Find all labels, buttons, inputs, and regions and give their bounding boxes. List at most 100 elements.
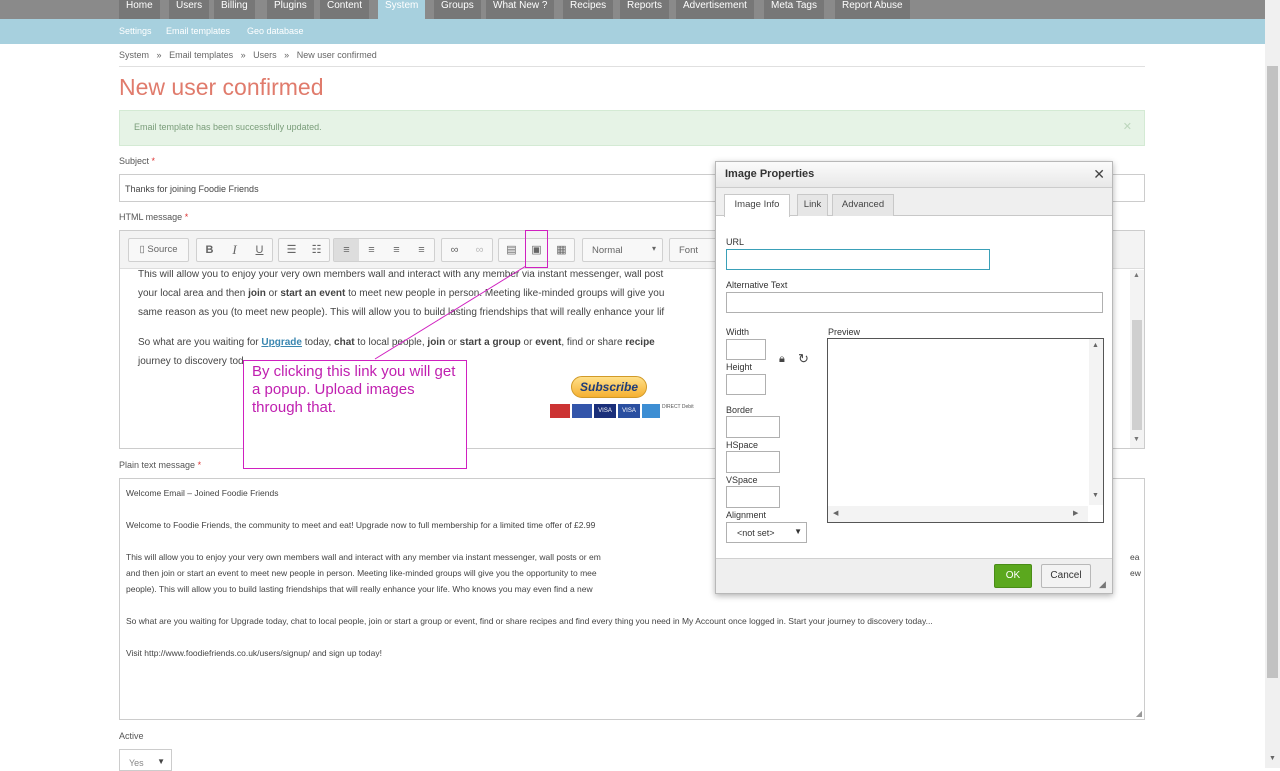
- preview-hscrollbar[interactable]: ◀ ▶: [828, 506, 1088, 522]
- source-button[interactable]: ▯ Source: [129, 239, 188, 261]
- font-select[interactable]: Font: [669, 238, 719, 262]
- alignment-select-value: <not set>: [737, 528, 775, 538]
- nav-item-groups[interactable]: Groups: [434, 0, 482, 19]
- table-icon[interactable]: ▦: [549, 239, 574, 261]
- scroll-right-icon[interactable]: ▶: [1073, 509, 1078, 517]
- align-justify-icon[interactable]: ≡: [409, 239, 434, 261]
- scroll-up-icon[interactable]: ▲: [1092, 342, 1099, 349]
- align-center-icon[interactable]: ≡: [359, 239, 384, 261]
- scroll-up-icon[interactable]: ▲: [1133, 272, 1140, 279]
- nav-item-what-new[interactable]: What New ?: [486, 0, 556, 19]
- plain-line: Welcome to Foodie Friends, the community…: [126, 520, 596, 530]
- plain-line: This will allow you to enjoy your very o…: [126, 552, 601, 562]
- breadcrumb-email-templates[interactable]: Email templates: [169, 50, 233, 60]
- alignment-select[interactable]: <not set> ▼: [726, 522, 807, 543]
- vspace-input[interactable]: [726, 486, 780, 508]
- sub-nav: Settings Email templates Geo database: [0, 19, 1265, 44]
- preview-pane: ▲ ▼ ◀ ▶: [827, 338, 1104, 523]
- alt-text-label: Alternative Text: [726, 280, 788, 290]
- nav-item-system[interactable]: System: [378, 0, 427, 19]
- html-message-label: HTML message *: [119, 212, 189, 222]
- chevron-down-icon: ▼: [794, 527, 802, 536]
- breadcrumb-separator: »: [284, 50, 290, 60]
- editor-scrollbar-thumb[interactable]: [1132, 320, 1142, 430]
- format-select-label: Normal: [592, 245, 623, 256]
- cancel-button[interactable]: Cancel: [1041, 564, 1091, 588]
- nav-item-meta-tags[interactable]: Meta Tags: [764, 0, 825, 19]
- subnav-item-geo-database[interactable]: Geo database: [247, 26, 304, 36]
- editor-scrollbar[interactable]: ▲ ▼: [1130, 270, 1144, 448]
- scroll-left-icon[interactable]: ◀: [833, 509, 838, 517]
- subscribe-button-image[interactable]: Subscribe: [571, 376, 647, 398]
- nav-item-plugins[interactable]: Plugins: [267, 0, 315, 19]
- height-label: Height: [726, 362, 753, 372]
- subject-label: Subject *: [119, 156, 156, 166]
- close-icon[interactable]: ✕: [1093, 166, 1105, 183]
- scroll-down-icon[interactable]: ▼: [1269, 755, 1276, 762]
- dialog-header[interactable]: Image Properties ✕: [716, 162, 1112, 188]
- bold-button[interactable]: B: [197, 239, 222, 261]
- active-select-value: Yes: [129, 758, 144, 768]
- ok-button[interactable]: OK: [994, 564, 1032, 588]
- numbered-list-icon[interactable]: ☰: [279, 239, 304, 261]
- unlink-icon[interactable]: ∞: [467, 239, 492, 261]
- scroll-down-icon[interactable]: ▼: [1133, 436, 1140, 443]
- nav-item-recipes[interactable]: Recipes: [563, 0, 615, 19]
- nav-item-reports[interactable]: Reports: [620, 0, 671, 19]
- lock-ratio-icon[interactable]: 🔒︎: [779, 353, 785, 366]
- alert-close-icon[interactable]: ✕: [1123, 120, 1132, 133]
- link-icon[interactable]: ∞: [442, 239, 467, 261]
- nav-item-users[interactable]: Users: [169, 0, 211, 19]
- tab-link[interactable]: Link: [797, 194, 828, 216]
- bulleted-list-icon[interactable]: ☷: [304, 239, 329, 261]
- resize-handle-icon[interactable]: ◢: [1136, 709, 1142, 718]
- breadcrumb-system[interactable]: System: [119, 50, 149, 60]
- hspace-input[interactable]: [726, 451, 780, 473]
- breadcrumb: System » Email templates » Users » New u…: [119, 50, 377, 60]
- subnav-item-email-templates[interactable]: Email templates: [166, 26, 230, 36]
- alert-text: Email template has been successfully upd…: [134, 122, 322, 132]
- reset-size-icon[interactable]: ↻: [798, 351, 809, 367]
- page-scrollbar[interactable]: ▼: [1265, 0, 1280, 768]
- italic-button[interactable]: I: [222, 239, 247, 261]
- toolbar-group-lists: ☰ ☷: [278, 238, 330, 262]
- dialog-title: Image Properties: [725, 168, 815, 180]
- mastercard-icon: [550, 404, 570, 418]
- template-icon[interactable]: ▤: [499, 239, 524, 261]
- height-input[interactable]: [726, 374, 766, 395]
- url-input[interactable]: [726, 249, 990, 270]
- underline-button[interactable]: U: [247, 239, 272, 261]
- breadcrumb-users[interactable]: Users: [253, 50, 277, 60]
- align-right-icon[interactable]: ≡: [384, 239, 409, 261]
- page-title: New user confirmed: [119, 74, 324, 100]
- vspace-label: VSpace: [726, 475, 758, 485]
- annotation-text: By clicking this link you will get a pop…: [252, 363, 456, 416]
- width-input[interactable]: [726, 339, 766, 360]
- tab-advanced[interactable]: Advanced: [832, 194, 894, 216]
- nav-item-content[interactable]: Content: [320, 0, 371, 19]
- nav-item-home[interactable]: Home: [119, 0, 161, 19]
- subnav-item-settings[interactable]: Settings: [119, 26, 152, 36]
- maestro-icon: [572, 404, 592, 418]
- breadcrumb-separator: »: [156, 50, 162, 60]
- align-left-icon[interactable]: ≡: [334, 239, 359, 261]
- plain-line: and then join or start an event to meet …: [126, 568, 597, 578]
- nav-item-report-abuse[interactable]: Report Abuse: [835, 0, 911, 19]
- preview-vscrollbar[interactable]: ▲ ▼: [1089, 339, 1103, 505]
- alt-text-input[interactable]: [726, 292, 1103, 313]
- active-label: Active: [119, 731, 144, 741]
- scroll-down-icon[interactable]: ▼: [1092, 492, 1099, 499]
- nav-item-advertisement[interactable]: Advertisement: [676, 0, 755, 19]
- editor-line: journey to discovery tod: [138, 356, 244, 367]
- width-label: Width: [726, 327, 750, 337]
- border-input[interactable]: [726, 416, 780, 438]
- tab-image-info[interactable]: Image Info: [724, 194, 790, 217]
- toolbar-group-basic: B I U: [196, 238, 273, 262]
- resize-handle-icon[interactable]: ◢: [1099, 579, 1106, 590]
- upgrade-link[interactable]: Upgrade: [261, 337, 302, 348]
- nav-item-billing[interactable]: Billing: [214, 0, 256, 19]
- page-scrollbar-thumb[interactable]: [1267, 66, 1278, 678]
- plain-line-overflow: ea: [1130, 552, 1140, 562]
- direct-debit-icon: DIRECT Debit: [662, 404, 694, 410]
- format-select[interactable]: Normal ▾: [582, 238, 663, 262]
